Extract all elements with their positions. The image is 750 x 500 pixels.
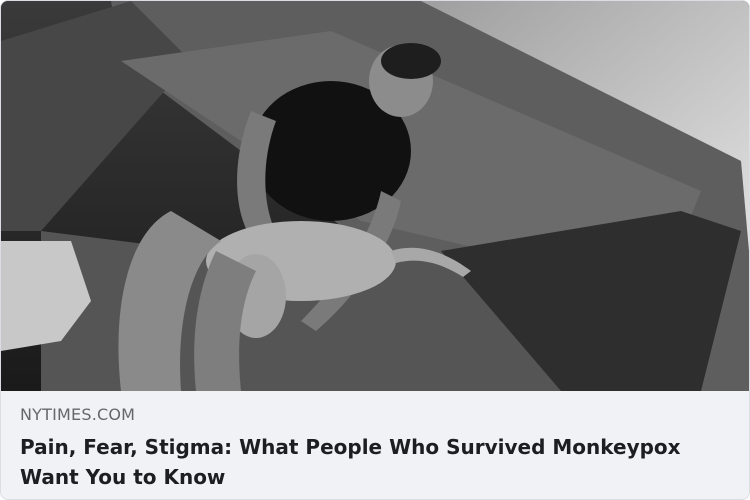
article-headline[interactable]: Pain, Fear, Stigma: What People Who Surv…	[20, 432, 730, 492]
link-preview-card[interactable]: NYTIMES.COM Pain, Fear, Stigma: What Peo…	[0, 0, 750, 500]
source-domain: NYTIMES.COM	[20, 405, 136, 424]
link-preview-caption[interactable]: NYTIMES.COM Pain, Fear, Stigma: What Peo…	[1, 391, 749, 499]
article-thumbnail-image[interactable]	[1, 1, 749, 391]
